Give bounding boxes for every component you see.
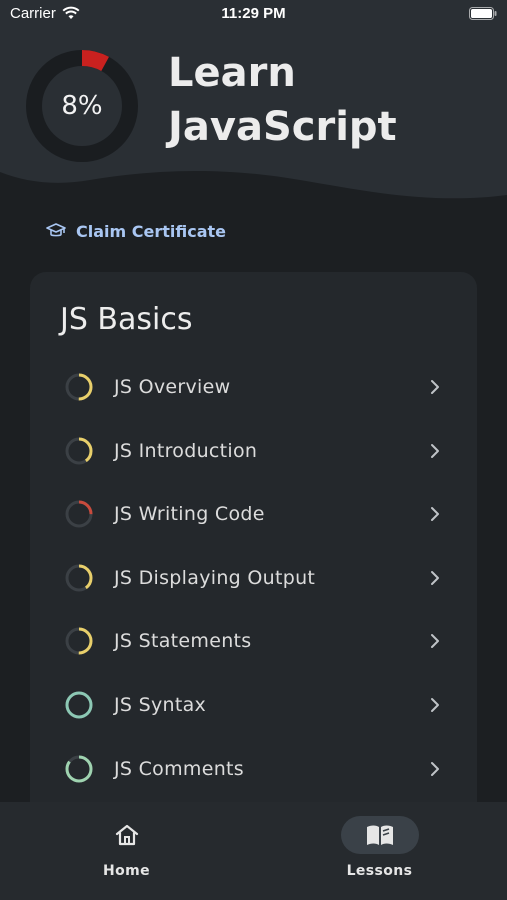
chevron-right-icon — [431, 380, 439, 394]
battery-icon — [469, 7, 497, 20]
lesson-label: JS Displaying Output — [114, 566, 316, 589]
graduation-cap-icon — [46, 223, 66, 237]
course-progress-percent: 8% — [61, 91, 103, 121]
lesson-progress-ring — [65, 373, 93, 401]
claim-certificate-button[interactable]: Claim Certificate — [46, 218, 226, 244]
lesson-progress-ring — [65, 691, 93, 719]
lesson-progress-ring — [65, 500, 93, 528]
lesson-progress-ring — [65, 564, 93, 592]
tab-home[interactable]: Home — [0, 802, 253, 900]
lesson-label: JS Statements — [114, 630, 252, 653]
claim-certificate-label: Claim Certificate — [76, 221, 227, 241]
title-line-2: JavaScript — [168, 104, 397, 150]
tab-home-label: Home — [102, 863, 151, 879]
status-bar: Carrier 11:29 PM — [0, 0, 507, 30]
lesson-progress-ring — [65, 627, 93, 655]
tab-home-icon-wrap — [88, 816, 166, 854]
chevron-right-icon — [431, 634, 439, 649]
lesson-label: JS Writing Code — [114, 503, 265, 526]
home-icon — [115, 824, 138, 846]
tab-lessons-label: Lessons — [346, 863, 413, 879]
lesson-progress-ring — [65, 755, 93, 783]
lesson-row[interactable]: JS Writing Code — [30, 484, 477, 544]
lesson-row[interactable]: JS Comments — [30, 739, 477, 799]
lesson-row[interactable]: JS Statements — [30, 611, 477, 671]
tab-lessons-icon-wrap — [340, 816, 419, 854]
lesson-row[interactable]: JS Overview — [30, 357, 477, 417]
lesson-row[interactable]: JS Introduction — [30, 421, 477, 481]
lesson-label: JS Syntax — [114, 694, 207, 716]
chevron-right-icon — [431, 443, 439, 458]
page-title: Learn JavaScript — [168, 46, 488, 154]
lesson-label: JS Comments — [114, 757, 244, 780]
book-icon — [366, 825, 393, 845]
chevron-right-icon — [431, 570, 439, 585]
chevron-right-icon — [431, 507, 439, 522]
lesson-row[interactable]: JS Syntax — [30, 675, 477, 735]
chevron-right-icon — [431, 698, 439, 712]
lesson-label: JS Introduction — [114, 439, 258, 462]
course-card: JS Basics JS Overview JS Introduction JS W… — [30, 272, 477, 832]
tab-bar: Home Lessons — [0, 802, 507, 900]
chevron-right-icon — [431, 761, 439, 776]
lesson-row[interactable]: JS Displaying Output — [30, 548, 477, 608]
clock-time: 11:29 PM — [221, 5, 286, 22]
title-line-1: Learn — [168, 50, 296, 96]
tab-lessons[interactable]: Lessons — [253, 802, 506, 900]
lesson-progress-ring — [65, 437, 93, 465]
course-title: JS Basics — [60, 302, 193, 337]
lesson-label: JS Overview — [114, 376, 231, 398]
